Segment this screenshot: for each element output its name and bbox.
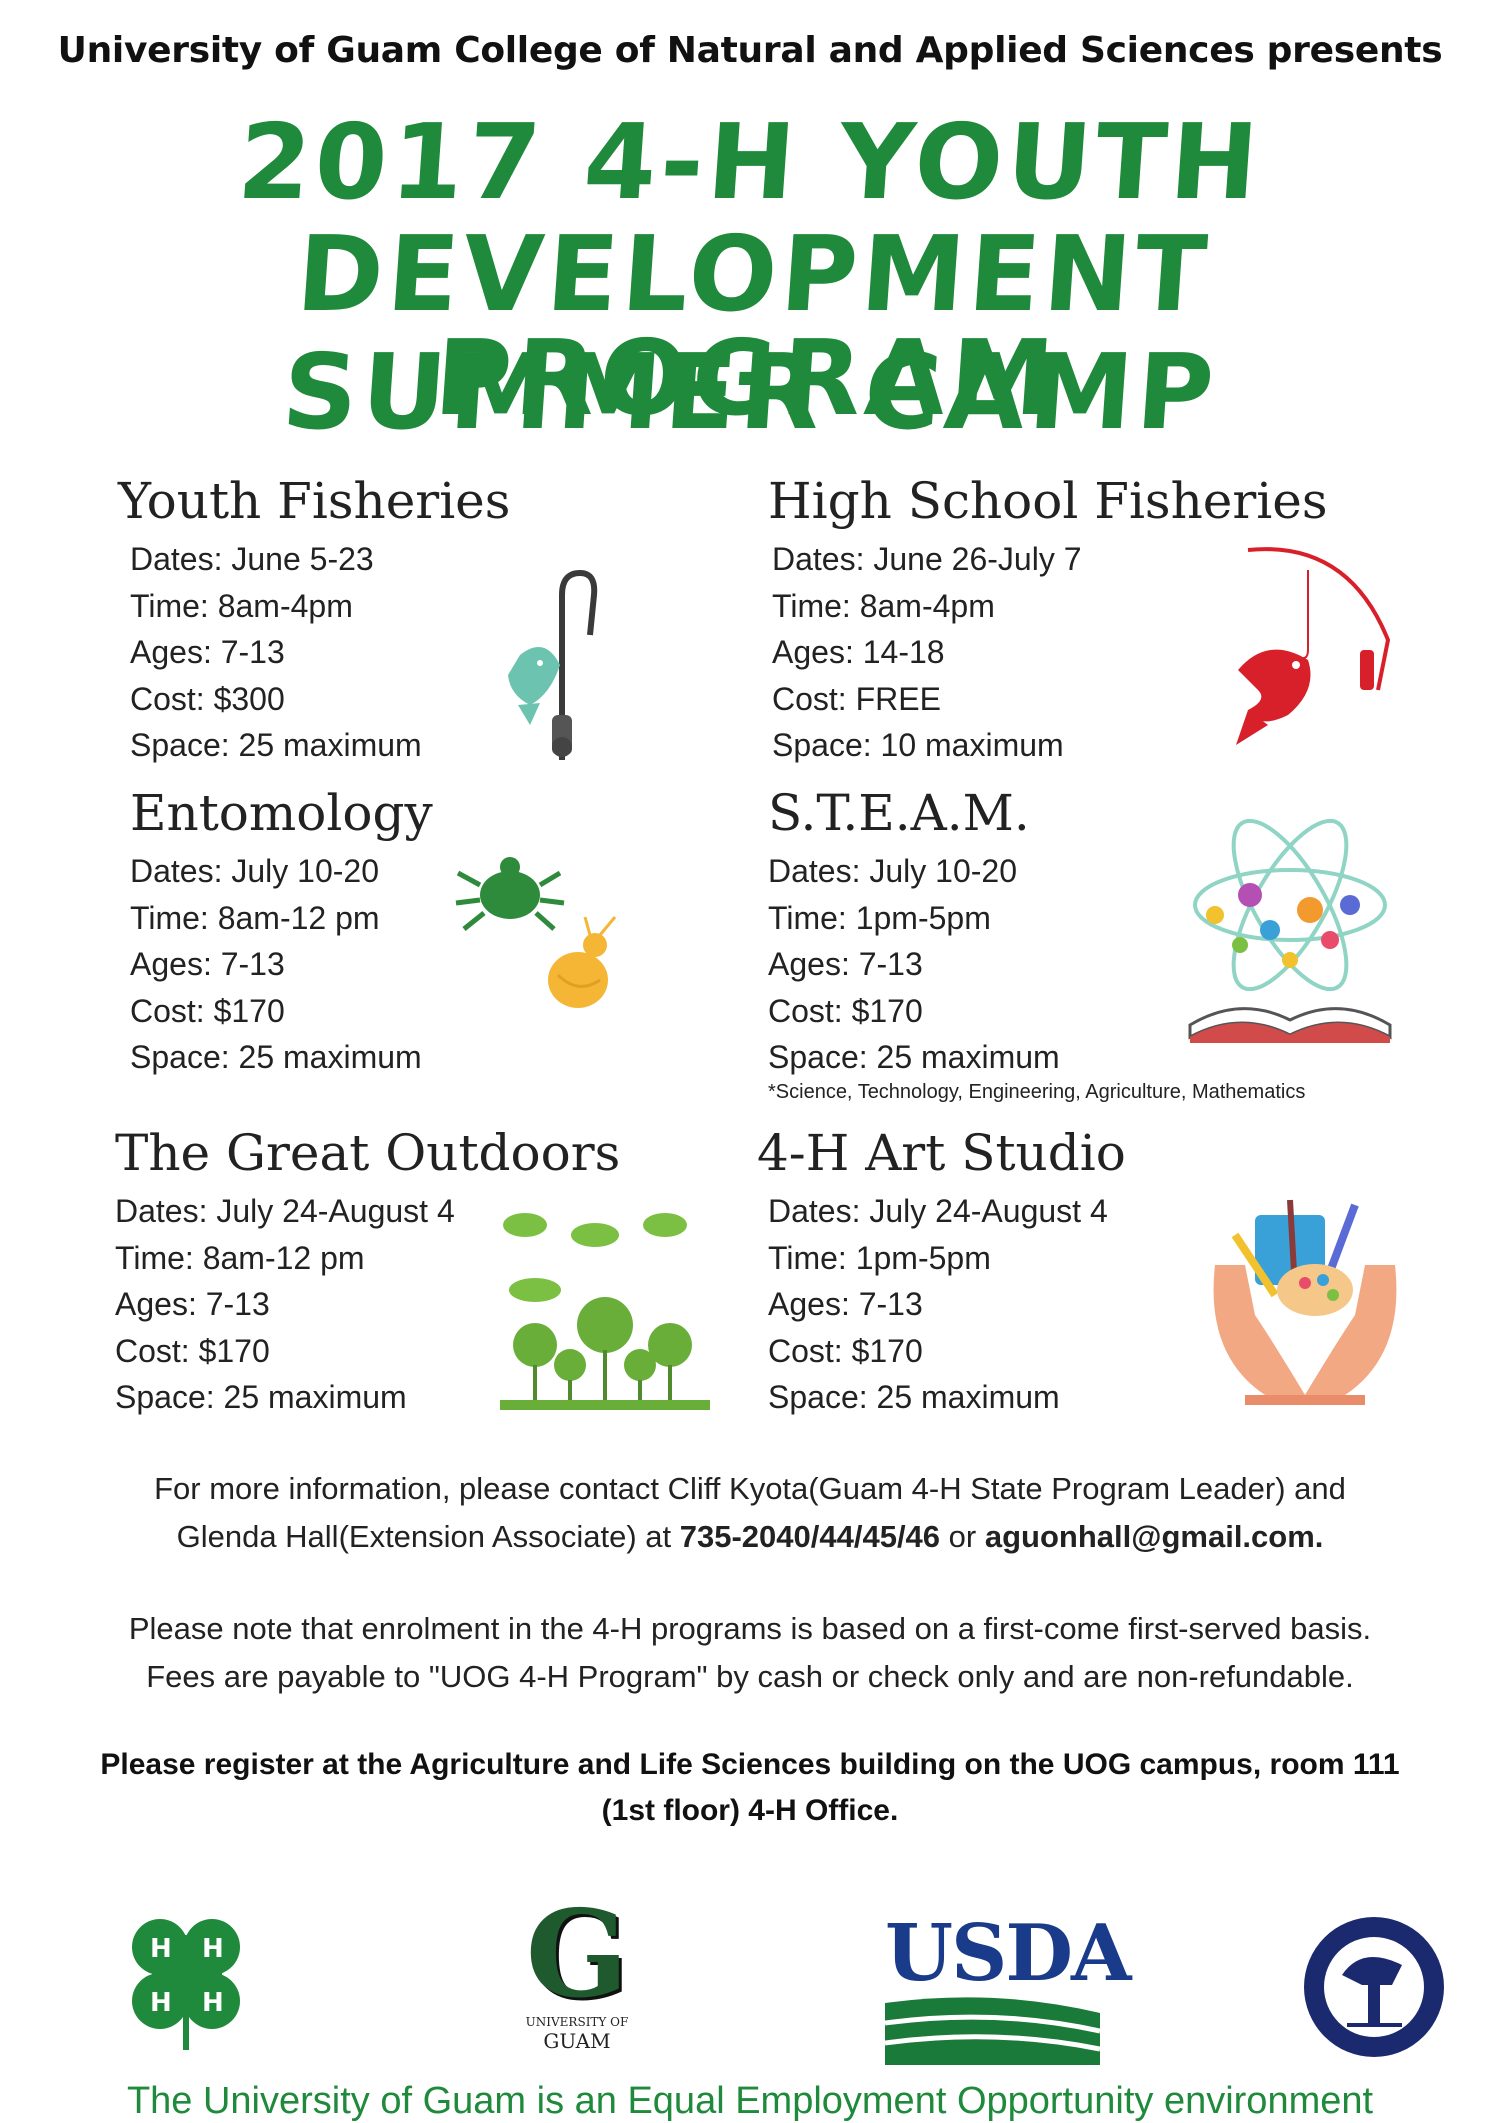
insects-icon [450,845,630,1030]
four-h-clover-logo: HH HH [112,1905,262,2060]
svg-text:H: H [150,1934,172,1964]
registration-info: Please register at the Agriculture and L… [0,1742,1500,1834]
camp-ages: Ages: 7-13 [768,1286,923,1322]
contact-line-2-prefix: Glenda Hall(Extension Associate) at [176,1519,680,1554]
presenter-line: University of Guam College of Natural an… [57,30,1443,71]
camp-dates: Dates: July 10-20 [130,853,380,889]
trees-icon [495,1195,715,1420]
contact-line-2: Glenda Hall(Extension Associate) at 735-… [0,1513,1500,1561]
gpss-seal-logo [1302,1915,1447,2065]
contact-line-1: For more information, please contact Cli… [154,1471,1346,1506]
uog-label-1: UNIVERSITY OF [525,2015,629,2029]
notice-line-2: Fees are payable to "UOG 4-H Program" by… [146,1659,1354,1694]
svg-text:H: H [202,1988,224,2018]
camp-dates: Dates: June 5-23 [130,541,374,577]
svg-text:H: H [150,1988,172,2018]
camp-time: Time: 1pm-5pm [768,1239,991,1276]
uog-g-icon: G [525,1884,629,2025]
camp-name: The Great Outdoors [115,1124,621,1182]
fishing-rod-icon [500,565,610,775]
camp-youth-fisheries: Youth Fisheries Dates: June 5-23 Time: 8… [118,472,510,769]
camp-dates: Dates: July 24-August 4 [768,1193,1108,1229]
title-line-3: SUMMER CAMP [278,331,1222,453]
usda-logo: USDA [884,1908,1132,2070]
camp-ages: Ages: 7-13 [130,634,285,670]
camp-ages: Ages: 7-13 [130,946,285,982]
contact-email[interactable]: aguonhall@gmail.com. [985,1519,1324,1554]
contact-info: For more information, please contact Cli… [0,1465,1500,1561]
title-line-1: 2017 4-H YOUTH [234,101,1266,223]
uog-label-2: GUAM [543,2029,611,2053]
svg-text:H: H [202,1934,224,1964]
steam-acronym-note: *Science, Technology, Engineering, Agric… [768,1080,1306,1103]
camp-cost: Cost: $170 [768,1332,923,1369]
register-line-1: Please register at the Agriculture and L… [100,1748,1400,1781]
camp-name: High School Fisheries [768,472,1328,530]
register-line-2: (1st floor) 4-H Office. [601,1794,899,1827]
contact-phone: 735-2040/44/45/46 [679,1519,941,1554]
contact-line-2-mid: or [940,1519,985,1554]
camp-time: Time: 8am-4pm [130,587,353,624]
usda-wordmark: USDA [885,1908,1132,1999]
camp-cost: Cost: $300 [130,680,285,717]
camp-art-studio: 4-H Art Studio Dates: July 24-August 4 T… [757,1124,1126,1421]
usda-fields-icon [884,1997,1101,2065]
notice-line-1: Please note that enrolment in the 4-H pr… [128,1611,1372,1646]
camp-space: Space: 25 maximum [768,1379,1060,1415]
art-supplies-hands-icon [1205,1195,1405,1420]
camp-name: 4-H Art Studio [757,1124,1126,1182]
atom-book-icon [1180,815,1400,1060]
camp-time: Time: 8am-12 pm [130,899,380,936]
camp-name: Youth Fisheries [118,472,511,530]
uog-logo: G UNIVERSITY OF GUAM [522,1884,632,2054]
camp-space: Space: 25 maximum [130,1039,422,1075]
camp-name: Entomology [130,784,433,842]
camp-entomology: Entomology Dates: July 10-20 Time: 8am-1… [130,784,433,1081]
camp-space: Space: 25 maximum [130,727,422,763]
equal-opportunity-footer: The University of Guam is an Equal Emplo… [126,2080,1374,2122]
enrolment-notice: Please note that enrolment in the 4-H pr… [0,1605,1500,1701]
camp-cost: Cost: $170 [130,992,285,1029]
fish-on-hook-icon [1228,540,1408,765]
